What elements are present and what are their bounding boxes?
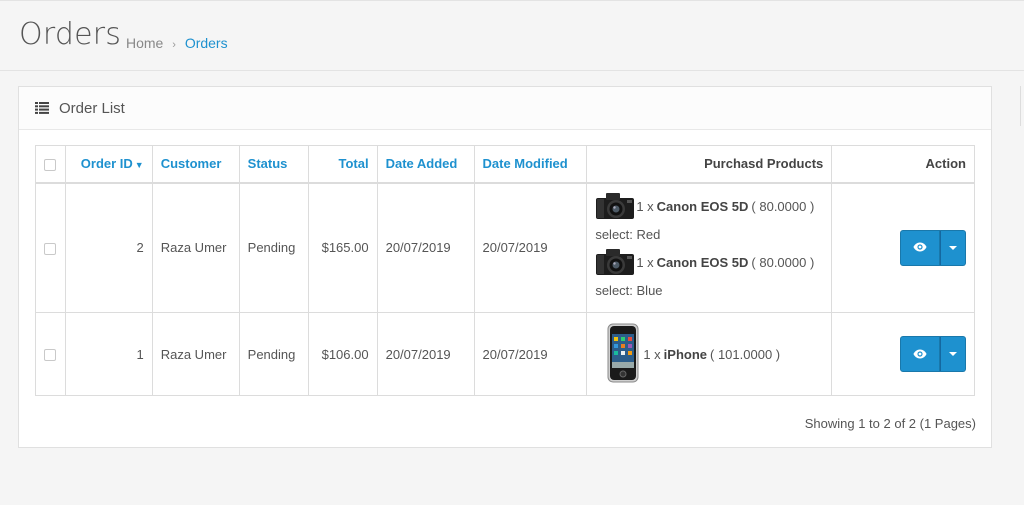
camera-icon	[595, 246, 635, 279]
column-header-total[interactable]: Total	[307, 145, 378, 184]
column-header-status[interactable]: Status	[238, 145, 309, 184]
products-cell: 1 x iPhone ( 101.0000 )	[586, 312, 833, 396]
column-header-products: Purchasd Products	[586, 145, 833, 184]
pagination-info: Showing 1 to 2 of 2 (1 Pages)	[804, 416, 976, 431]
phone-icon	[607, 323, 639, 386]
order-id-header-label: Order ID	[80, 156, 133, 172]
product-qty: 1 x	[636, 255, 654, 271]
eye-icon	[913, 240, 927, 255]
action-button-group	[900, 336, 966, 372]
camera-icon	[595, 190, 635, 223]
order-actions-dropdown-button[interactable]	[940, 336, 966, 372]
date-added-cell: 20/07/2019	[376, 182, 475, 313]
order-id-cell: 2	[64, 182, 153, 313]
product-option: select: Red	[595, 226, 661, 242]
order-actions-dropdown-button[interactable]	[940, 229, 966, 266]
product-name: Canon EOS 5D	[656, 255, 749, 271]
customer-cell: Raza Umer	[151, 182, 240, 313]
view-order-button[interactable]	[900, 229, 940, 266]
view-order-button[interactable]	[900, 336, 940, 372]
sort-desc-icon: ▼	[134, 160, 144, 171]
column-header-order-id[interactable]: Order ID ▼	[64, 145, 153, 184]
products-cell: 1 x Canon EOS 5D ( 80.0000 ) select: Red	[586, 182, 833, 313]
row-select-cell	[35, 312, 66, 396]
page-title: Orders	[19, 17, 122, 52]
column-header-customer[interactable]: Customer	[151, 145, 240, 184]
product-price: ( 80.0000 )	[751, 255, 815, 271]
product-line: 1 x Canon EOS 5D ( 80.0000 )	[595, 248, 823, 278]
total-cell: $165.00	[307, 182, 378, 313]
breadcrumb-orders-link[interactable]: Orders	[185, 35, 228, 51]
product-qty: 1 x	[643, 346, 661, 362]
status-cell: Pending	[238, 312, 309, 396]
product-line: 1 x iPhone ( 101.0000 )	[595, 323, 823, 385]
column-header-date-added[interactable]: Date Added	[376, 145, 475, 184]
page-header: Orders Home › Orders	[0, 0, 1024, 71]
eye-icon	[913, 347, 927, 362]
row-select-cell	[35, 182, 66, 313]
customer-cell: Raza Umer	[151, 312, 240, 396]
select-all-checkbox[interactable]	[44, 158, 57, 171]
date-modified-cell: 20/07/2019	[473, 182, 588, 313]
scrollbar-edge	[1020, 86, 1024, 126]
status-cell: Pending	[238, 182, 309, 313]
column-header-date-modified[interactable]: Date Modified	[473, 145, 588, 184]
action-cell	[831, 312, 975, 396]
panel-heading: Order List	[19, 87, 991, 130]
select-all-cell	[35, 145, 66, 184]
product-price: ( 101.0000 )	[710, 346, 781, 362]
row-checkbox[interactable]	[44, 349, 57, 362]
orders-table: Order ID ▼ Customer Status Total Date Add…	[35, 145, 975, 396]
action-button-group	[900, 229, 966, 266]
breadcrumb-separator: ›	[172, 39, 176, 51]
action-cell	[831, 182, 975, 313]
order-list-panel: Order List Order ID ▼ Customer Status Tot…	[18, 86, 992, 448]
product-name: Canon EOS 5D	[656, 199, 749, 215]
date-added-cell: 20/07/2019	[376, 312, 475, 396]
total-cell: $106.00	[307, 312, 378, 396]
caret-down-icon	[949, 245, 957, 250]
breadcrumb-home-link[interactable]: Home	[126, 35, 163, 51]
product-option: select: Blue	[595, 282, 663, 298]
list-icon	[35, 102, 49, 114]
table-row: 1 Raza Umer Pending $106.00 20/07/2019 2…	[35, 312, 975, 396]
product-name: iPhone	[663, 346, 708, 362]
caret-down-icon	[949, 352, 957, 356]
product-price: ( 80.0000 )	[751, 199, 815, 215]
order-id-cell: 1	[64, 312, 153, 396]
row-checkbox[interactable]	[44, 242, 57, 255]
table-row: 2 Raza Umer Pending $165.00 20/07/2019 2…	[35, 182, 975, 313]
column-header-action: Action	[831, 145, 975, 184]
table-header-row: Order ID ▼ Customer Status Total Date Add…	[35, 145, 975, 184]
breadcrumb: Home › Orders	[126, 35, 228, 51]
product-line: 1 x Canon EOS 5D ( 80.0000 )	[595, 192, 823, 222]
date-modified-cell: 20/07/2019	[473, 312, 588, 396]
panel-title: Order List	[59, 100, 125, 117]
product-qty: 1 x	[636, 199, 654, 215]
